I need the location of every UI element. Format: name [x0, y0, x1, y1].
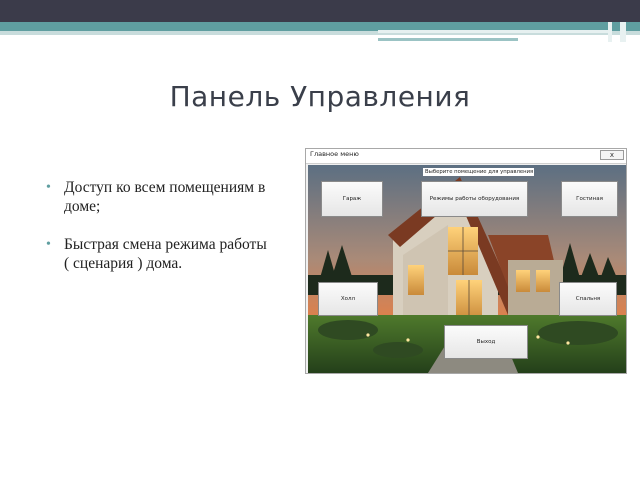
header-accent: [378, 38, 518, 41]
equipment-modes-button[interactable]: Режимы работы оборудования: [421, 181, 528, 217]
bullet-item: • Доступ ко всем помещениям в доме;: [44, 178, 274, 216]
bullet-icon: •: [46, 180, 51, 195]
main-menu-window: Главное меню x Выберите помещение для уп…: [305, 148, 627, 374]
exit-button[interactable]: Выход: [444, 325, 528, 359]
header-accent: [378, 30, 608, 33]
window-titlebar: Главное меню x: [306, 149, 626, 164]
close-button[interactable]: x: [600, 150, 624, 160]
header-bar: [0, 0, 640, 22]
house-image: Выберите помещение для управления Гараж …: [308, 165, 626, 373]
bullet-list: • Доступ ко всем помещениям в доме; • Бы…: [44, 178, 274, 292]
hint-label: Выберите помещение для управления: [423, 168, 534, 176]
slide: Панель Управления • Доступ ко всем помещ…: [0, 0, 640, 480]
bullet-icon: •: [46, 237, 51, 252]
header-accent: [620, 22, 626, 42]
bullet-item: • Быстрая смена режима работы ( сценария…: [44, 235, 274, 273]
garage-button[interactable]: Гараж: [321, 181, 383, 217]
bullet-text: Доступ ко всем помещениям в доме;: [64, 179, 266, 215]
bullet-text: Быстрая смена режима работы ( сценария )…: [64, 236, 267, 272]
window-title: Главное меню: [310, 150, 359, 158]
slide-title: Панель Управления: [169, 80, 471, 113]
header-accent: [608, 22, 612, 42]
bedroom-button[interactable]: Спальня: [559, 282, 617, 316]
hall-button[interactable]: Холл: [318, 282, 378, 316]
living-room-button[interactable]: Гостиная: [561, 181, 618, 217]
